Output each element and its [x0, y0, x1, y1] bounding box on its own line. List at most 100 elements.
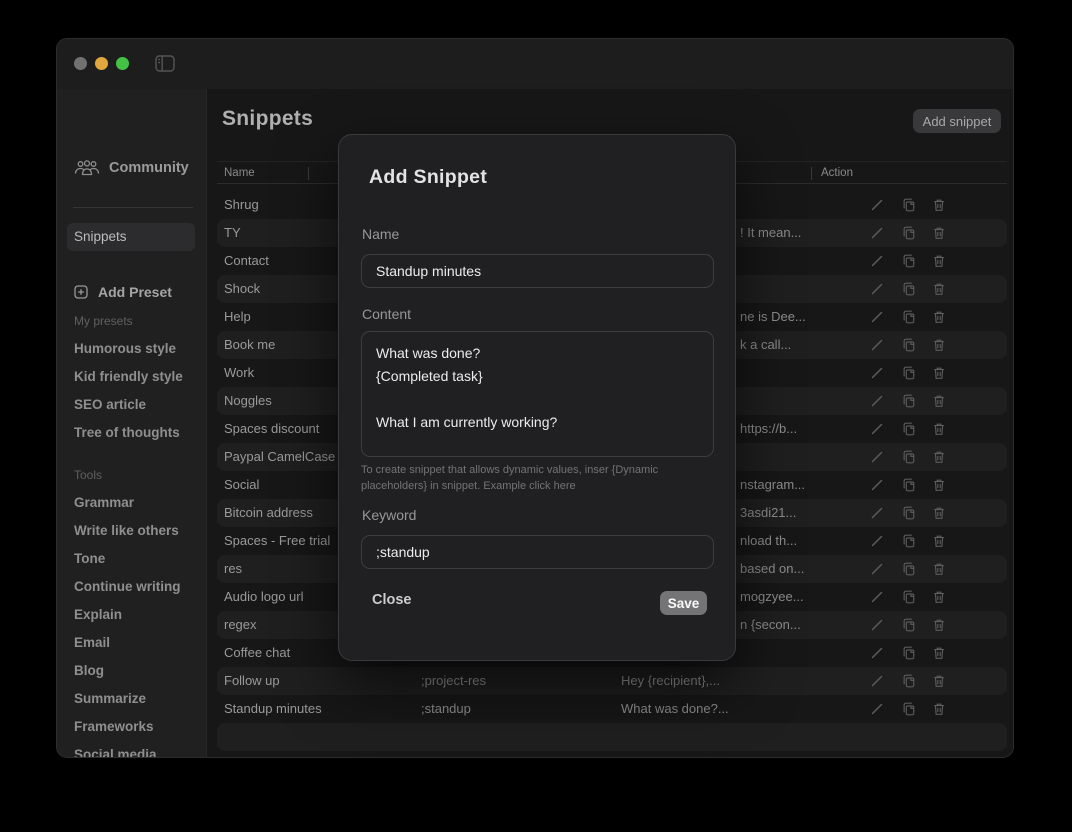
copy-icon[interactable] — [902, 366, 916, 380]
sidebar-item[interactable]: Blog — [57, 657, 207, 685]
trash-icon[interactable] — [932, 282, 946, 296]
trash-icon[interactable] — [932, 310, 946, 324]
copy-icon[interactable] — [902, 674, 916, 688]
trash-icon[interactable] — [932, 562, 946, 576]
sidebar-item[interactable]: Tone — [57, 545, 207, 573]
copy-icon[interactable] — [902, 254, 916, 268]
copy-icon[interactable] — [902, 506, 916, 520]
sidebar-item[interactable]: Summarize — [57, 685, 207, 713]
copy-icon[interactable] — [902, 590, 916, 604]
sidebar-item-community[interactable]: Community — [74, 155, 204, 181]
pencil-icon[interactable] — [870, 674, 884, 688]
sidebar-item[interactable]: Frameworks — [57, 713, 207, 741]
copy-icon[interactable] — [902, 422, 916, 436]
pencil-icon[interactable] — [870, 310, 884, 324]
table-row: Follow up ;project-res Hey {recipient},.… — [217, 667, 1007, 695]
copy-icon[interactable] — [902, 646, 916, 660]
trash-icon[interactable] — [932, 534, 946, 548]
row-name: Audio logo url — [224, 583, 304, 611]
sidebar-item[interactable]: SEO article — [57, 391, 207, 419]
pencil-icon[interactable] — [870, 198, 884, 212]
copy-icon[interactable] — [902, 338, 916, 352]
pencil-icon[interactable] — [870, 282, 884, 296]
pencil-icon[interactable] — [870, 226, 884, 240]
trash-icon[interactable] — [932, 422, 946, 436]
copy-icon[interactable] — [902, 618, 916, 632]
pencil-icon[interactable] — [870, 394, 884, 408]
trash-icon[interactable] — [932, 198, 946, 212]
trash-icon[interactable] — [932, 450, 946, 464]
sidebar-item[interactable]: Write like others — [57, 517, 207, 545]
plus-square-icon — [74, 285, 88, 299]
content-label: Content — [362, 306, 411, 322]
column-header-action: Action — [821, 162, 853, 184]
trash-icon[interactable] — [932, 254, 946, 268]
pencil-icon[interactable] — [870, 254, 884, 268]
pencil-icon[interactable] — [870, 478, 884, 492]
trash-icon[interactable] — [932, 702, 946, 716]
sidebar: Community Snippets Add Preset My presets… — [57, 89, 207, 758]
trash-icon[interactable] — [932, 478, 946, 492]
pencil-icon[interactable] — [870, 562, 884, 576]
row-name: Book me — [224, 331, 275, 359]
pencil-icon[interactable] — [870, 338, 884, 352]
row-content: ne is Dee... — [740, 303, 806, 331]
copy-icon[interactable] — [902, 282, 916, 296]
copy-icon[interactable] — [902, 478, 916, 492]
pencil-icon[interactable] — [870, 702, 884, 716]
pencil-icon[interactable] — [870, 450, 884, 464]
sidebar-item[interactable]: Tree of thoughts — [57, 419, 207, 447]
trash-icon[interactable] — [932, 590, 946, 604]
sidebar-item[interactable]: Grammar — [57, 489, 207, 517]
trash-icon[interactable] — [932, 366, 946, 380]
row-name: Shrug — [224, 191, 259, 219]
pencil-icon[interactable] — [870, 646, 884, 660]
copy-icon[interactable] — [902, 226, 916, 240]
pencil-icon[interactable] — [870, 590, 884, 604]
trash-icon[interactable] — [932, 674, 946, 688]
copy-icon[interactable] — [902, 562, 916, 576]
pencil-icon[interactable] — [870, 366, 884, 380]
copy-icon[interactable] — [902, 702, 916, 716]
add-snippet-button[interactable]: Add snippet — [913, 109, 1001, 133]
trash-icon[interactable] — [932, 394, 946, 408]
pencil-icon[interactable] — [870, 534, 884, 548]
copy-icon[interactable] — [902, 310, 916, 324]
copy-icon[interactable] — [902, 394, 916, 408]
trash-icon[interactable] — [932, 338, 946, 352]
trash-icon[interactable] — [932, 646, 946, 660]
content-textarea[interactable]: What was done? {Completed task} What I a… — [361, 331, 714, 457]
row-name: res — [224, 555, 242, 583]
save-button[interactable]: Save — [660, 591, 707, 615]
name-input[interactable] — [361, 254, 714, 288]
sidebar-item-snippets[interactable]: Snippets — [67, 223, 195, 251]
copy-icon[interactable] — [902, 198, 916, 212]
sidebar-section-label: Tools — [57, 461, 207, 489]
sidebar-item[interactable]: Humorous style — [57, 335, 207, 363]
copy-icon[interactable] — [902, 534, 916, 548]
sidebar-item[interactable]: Kid friendly style — [57, 363, 207, 391]
trash-icon[interactable] — [932, 618, 946, 632]
row-name: Coffee chat — [224, 639, 290, 667]
pencil-icon[interactable] — [870, 506, 884, 520]
pencil-icon[interactable] — [870, 618, 884, 632]
traffic-light-close-icon[interactable] — [74, 57, 87, 70]
row-content: k a call... — [740, 331, 791, 359]
keyword-input[interactable] — [361, 535, 714, 569]
sidebar-item[interactable]: Email — [57, 629, 207, 657]
close-button[interactable]: Close — [372, 592, 412, 608]
trash-icon[interactable] — [932, 226, 946, 240]
sidebar-item[interactable]: Continue writing — [57, 573, 207, 601]
traffic-light-zoom-icon[interactable] — [116, 57, 129, 70]
sidebar-toggle-icon[interactable] — [155, 55, 175, 72]
pencil-icon[interactable] — [870, 422, 884, 436]
modal-title: Add Snippet — [369, 166, 487, 189]
copy-icon[interactable] — [902, 450, 916, 464]
trash-icon[interactable] — [932, 506, 946, 520]
community-label: Community — [109, 160, 189, 176]
sidebar-item[interactable]: Explain — [57, 601, 207, 629]
row-content: Hey {recipient},... — [621, 667, 720, 695]
traffic-light-minimize-icon[interactable] — [95, 57, 108, 70]
add-preset-button[interactable]: Add Preset — [74, 279, 199, 305]
sidebar-item[interactable]: Social media — [57, 741, 207, 758]
